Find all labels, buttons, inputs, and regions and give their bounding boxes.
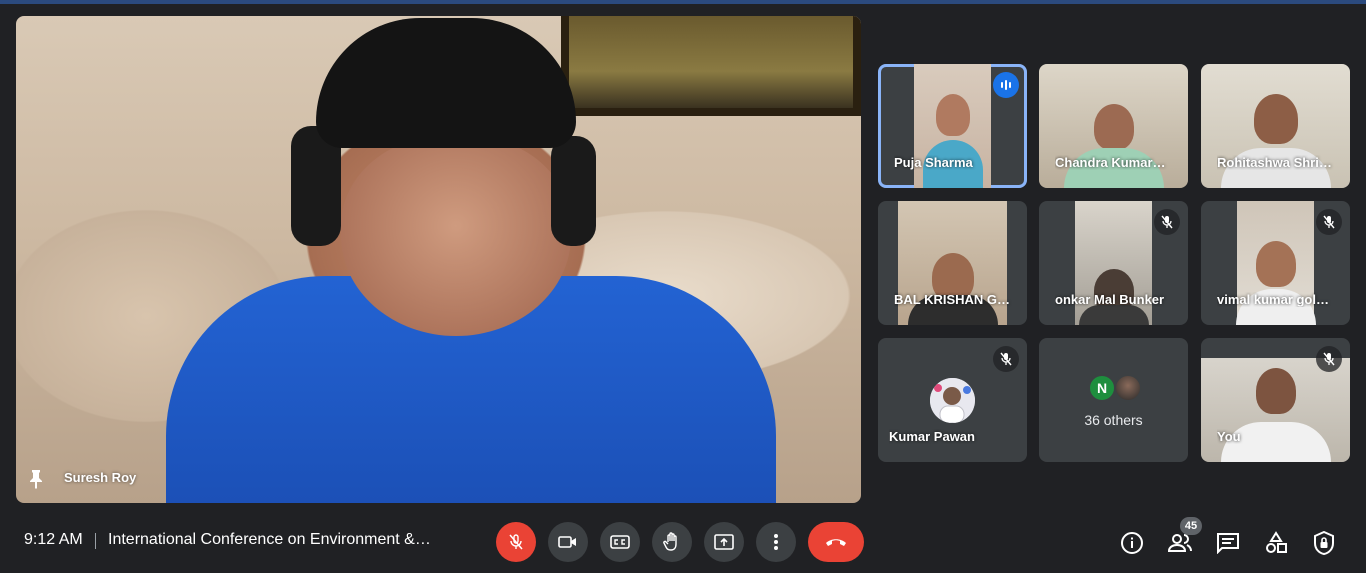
present-screen-icon	[714, 534, 734, 550]
headphone-right	[551, 136, 596, 246]
mic-off-indicator	[1316, 209, 1342, 235]
bottom-control-bar: 9:12 AM International Conference on Envi…	[0, 507, 1366, 573]
host-controls-button[interactable]	[1311, 530, 1337, 556]
participant-name: onkar Mal Bunker	[1055, 292, 1165, 307]
leave-call-button[interactable]	[808, 522, 864, 562]
mic-off-icon	[1000, 352, 1012, 366]
participant-avatar	[930, 378, 975, 423]
mic-off-icon	[509, 534, 523, 550]
mic-off-icon	[1323, 352, 1335, 366]
others-tile[interactable]: N 36 others	[1039, 338, 1188, 462]
participant-face	[935, 94, 970, 136]
participant-name: Kumar Pawan	[889, 429, 975, 444]
mic-off-indicator	[1316, 346, 1342, 372]
mic-off-icon	[1323, 215, 1335, 229]
chat-button[interactable]	[1215, 530, 1241, 556]
main-speaker-tile[interactable]: Suresh Roy	[16, 16, 861, 503]
wall-painting	[561, 16, 861, 116]
participant-name: You	[1217, 429, 1241, 444]
participant-face	[1253, 94, 1298, 144]
speaker-face	[341, 136, 571, 336]
participant-video	[1201, 358, 1350, 462]
raise-hand-button[interactable]	[652, 522, 692, 562]
mic-off-icon	[1161, 215, 1173, 229]
participant-tile-chandra-kumar[interactable]: Chandra Kumar…	[1039, 64, 1188, 188]
activities-shapes-icon	[1266, 531, 1287, 553]
meeting-details-button[interactable]	[1119, 530, 1145, 556]
info-icon	[1121, 532, 1143, 554]
audio-wave-icon	[1001, 80, 1011, 90]
meeting-title: International Conference on Environment …	[108, 531, 431, 548]
meeting-time: 9:12 AM	[24, 531, 83, 548]
mic-off-indicator	[993, 346, 1019, 372]
people-icon	[1167, 534, 1192, 552]
video-camera-icon	[558, 536, 576, 548]
phone-hangup-icon	[826, 539, 846, 546]
more-options-button[interactable]	[756, 522, 796, 562]
participant-count-badge: 45	[1180, 517, 1202, 535]
present-screen-button[interactable]	[704, 522, 744, 562]
participant-tile-bal-krishan[interactable]: BAL KRISHAN G…	[878, 201, 1027, 325]
participant-name: BAL KRISHAN G…	[894, 292, 1011, 307]
participant-name: Puja Sharma	[894, 155, 973, 170]
participant-tile-rohitashwa[interactable]: Rohitashwa Shri…	[1201, 64, 1350, 188]
captions-button[interactable]	[600, 522, 640, 562]
participant-tile-vimal-kumar[interactable]: vimal kumar gol…	[1201, 201, 1350, 325]
raise-hand-icon	[663, 532, 677, 551]
participant-name: Chandra Kumar…	[1055, 155, 1166, 170]
mic-off-indicator	[1154, 209, 1180, 235]
pin-icon	[30, 470, 42, 489]
participant-tile-kumar-pawan[interactable]: Kumar Pawan	[878, 338, 1027, 462]
speaking-indicator	[993, 72, 1019, 98]
speaker-cap	[316, 18, 576, 148]
main-speaker-name: Suresh Roy	[64, 470, 137, 485]
participant-tile-onkar-mal-bunker[interactable]: onkar Mal Bunker	[1039, 201, 1188, 325]
chat-icon	[1217, 533, 1239, 554]
others-avatar-group: N	[1088, 374, 1148, 402]
microphone-toggle-button[interactable]	[496, 522, 536, 562]
closed-captions-icon	[610, 535, 630, 549]
activities-button[interactable]	[1263, 530, 1289, 556]
shield-lock-icon	[1314, 531, 1334, 555]
others-avatar-letter: N	[1088, 374, 1116, 402]
participant-face	[1255, 368, 1296, 414]
participant-name: vimal kumar gol…	[1217, 292, 1329, 307]
participant-tile-puja-sharma[interactable]: Puja Sharma	[878, 64, 1027, 188]
camera-toggle-button[interactable]	[548, 522, 588, 562]
participant-face	[1093, 104, 1134, 150]
avatar-photo	[930, 378, 975, 423]
divider	[95, 533, 96, 549]
participant-name: Rohitashwa Shri…	[1217, 155, 1332, 170]
participant-tile-you[interactable]: You	[1201, 338, 1350, 462]
more-vert-icon	[774, 534, 778, 550]
others-count-label: 36 others	[1084, 412, 1143, 428]
others-avatar-photo	[1114, 374, 1142, 402]
participant-face	[1255, 241, 1296, 287]
participant-body	[1078, 305, 1149, 325]
